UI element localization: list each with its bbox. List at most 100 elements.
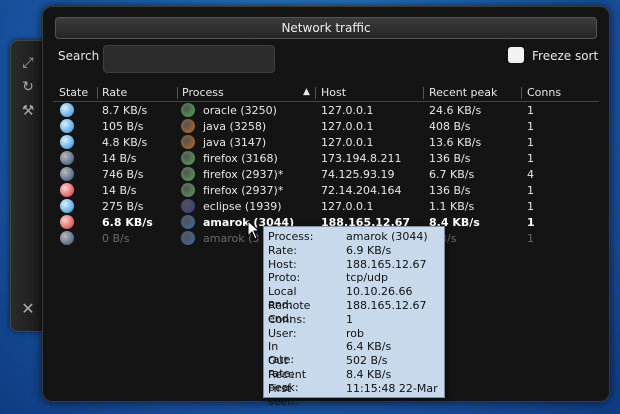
state-icon <box>60 135 74 149</box>
column-state[interactable]: State <box>59 86 88 99</box>
process-icon <box>181 135 195 149</box>
process-icon <box>181 167 195 181</box>
tooltip-value: 188.165.12.67 <box>346 257 427 271</box>
window-title: Network traffic <box>55 17 597 39</box>
table-row[interactable]: 275 B/s eclipse (1939) 127.0.0.1 1.1 KB/s 1 <box>53 198 599 214</box>
process-cell: firefox (2937)* <box>203 184 284 197</box>
rate-cell: 14 B/s <box>102 184 137 197</box>
rate-cell: 14 B/s <box>102 152 137 165</box>
host-cell: 127.0.0.1 <box>321 120 374 133</box>
rate-cell: 275 B/s <box>102 200 144 213</box>
process-cell: java (3147) <box>203 136 267 149</box>
tooltip-key: Host: <box>268 257 297 271</box>
column-conns[interactable]: Conns <box>527 86 561 99</box>
state-icon <box>60 167 74 181</box>
table-row[interactable]: 8.7 KB/s oracle (3250) 127.0.0.1 24.6 KB/s 1 <box>53 102 599 118</box>
peak-cell: 408 B/s <box>429 120 471 133</box>
table-row[interactable]: 14 B/s firefox (2937)* 72.14.204.164 136 B/… <box>53 182 599 198</box>
peak-cell: 24.6 KB/s <box>429 104 482 117</box>
host-cell: 74.125.93.19 <box>321 168 395 181</box>
conns-cell: 1 <box>527 120 534 133</box>
process-cell: java (3258) <box>203 120 267 133</box>
peak-cell: 1.1 KB/s <box>429 200 475 213</box>
tooltip-value: amarok (3044) <box>346 230 428 243</box>
rate-cell: 8.7 KB/s <box>102 104 148 117</box>
state-icon <box>60 119 74 133</box>
column-rate[interactable]: Rate <box>102 86 127 99</box>
sort-arrow-icon: ▲ <box>303 87 310 97</box>
process-cell: firefox (3168) <box>203 152 278 165</box>
traffic-table: State Rate Process ▲ Host Recent peak Co… <box>53 83 599 246</box>
conns-cell: 1 <box>527 184 534 197</box>
process-icon <box>181 231 195 245</box>
tooltip-value: 10.10.26.66 <box>346 285 413 299</box>
conns-cell: 1 <box>527 232 534 245</box>
host-cell: 72.14.204.164 <box>321 184 402 197</box>
process-icon <box>181 199 195 213</box>
tooltip-value: rob <box>346 326 364 340</box>
column-process[interactable]: Process <box>182 86 224 99</box>
host-cell: 173.194.8.211 <box>321 152 402 165</box>
peak-cell: 136 B/s <box>429 152 471 165</box>
wrench-icon[interactable]: ⚒ <box>20 103 36 119</box>
tooltip-value: 6.9 KB/s <box>346 243 392 257</box>
state-icon <box>60 183 74 197</box>
tooltip-key: User: <box>268 326 297 340</box>
table-header: State Rate Process ▲ Host Recent peak Co… <box>53 83 599 102</box>
table-row[interactable]: 105 B/s java (3258) 127.0.0.1 408 B/s 1 <box>53 118 599 134</box>
tooltip-value: 11:15:48 22-Mar <box>346 381 438 395</box>
tooltip-value: 1 <box>346 312 353 326</box>
search-input[interactable] <box>103 45 275 73</box>
tooltip-value: 502 B/s <box>346 354 388 368</box>
process-icon <box>181 103 195 117</box>
peak-cell: 136 B/s <box>429 184 471 197</box>
host-cell: 127.0.0.1 <box>321 104 374 117</box>
host-cell: 127.0.0.1 <box>321 136 374 149</box>
freeze-sort-checkbox[interactable] <box>508 47 524 63</box>
peak-cell: 6.7 KB/s <box>429 168 475 181</box>
conns-cell: 1 <box>527 200 534 213</box>
rate-cell: 746 B/s <box>102 168 144 181</box>
host-cell: 127.0.0.1 <box>321 200 374 213</box>
table-row[interactable]: 14 B/s firefox (3168) 173.194.8.211 136 B/s… <box>53 150 599 166</box>
state-icon <box>60 215 74 229</box>
mouse-cursor-icon <box>247 220 261 240</box>
close-icon[interactable]: ✕ <box>20 301 36 317</box>
state-icon <box>60 103 74 117</box>
process-icon <box>181 151 195 165</box>
process-cell: firefox (2937)* <box>203 168 284 181</box>
freeze-sort-label: Freeze sort <box>532 49 599 63</box>
column-recent-peak[interactable]: Recent peak <box>429 86 497 99</box>
connection-tooltip: Process: amarok (3044) Rate: 6.9 KB/s Host: 1… <box>263 226 445 408</box>
conns-cell: 1 <box>527 136 534 149</box>
process-cell: eclipse (1939) <box>203 200 282 213</box>
process-icon <box>181 119 195 133</box>
tooltip-value: 8.4 KB/s <box>346 368 392 381</box>
process-icon <box>181 215 195 229</box>
rate-cell: 4.8 KB/s <box>102 136 148 149</box>
peak-cell: 13.6 KB/s <box>429 136 482 149</box>
table-row[interactable]: 746 B/s firefox (2937)* 74.125.93.19 6.7 KB… <box>53 166 599 182</box>
tooltip-value: tcp/udp <box>346 271 388 285</box>
tooltip-key: Process: <box>268 230 314 243</box>
process-icon <box>181 183 195 197</box>
refresh-icon[interactable]: ↻ <box>20 79 36 95</box>
tooltip-key: First seen: <box>268 381 298 408</box>
tooltip-key: Proto: <box>268 271 301 285</box>
table-row[interactable]: 4.8 KB/s java (3147) 127.0.0.1 13.6 KB/s 1 <box>53 134 599 150</box>
tooltip-value: 188.165.12.67 <box>346 299 427 312</box>
conns-cell: 1 <box>527 104 534 117</box>
process-cell: oracle (3250) <box>203 104 277 117</box>
maximize-icon[interactable]: ⤢ <box>20 55 36 71</box>
tooltip-key: Rate: <box>268 243 297 257</box>
tooltip-value: 6.4 KB/s <box>346 340 392 354</box>
state-icon <box>60 199 74 213</box>
conns-cell: 1 <box>527 152 534 165</box>
conns-cell: 1 <box>527 216 535 229</box>
column-host[interactable]: Host <box>321 86 346 99</box>
rate-cell: 6.8 KB/s <box>102 216 153 229</box>
conns-cell: 4 <box>527 168 534 181</box>
rate-cell: 0 B/s <box>102 232 130 245</box>
search-label: Search <box>58 49 100 63</box>
state-icon <box>60 231 74 245</box>
